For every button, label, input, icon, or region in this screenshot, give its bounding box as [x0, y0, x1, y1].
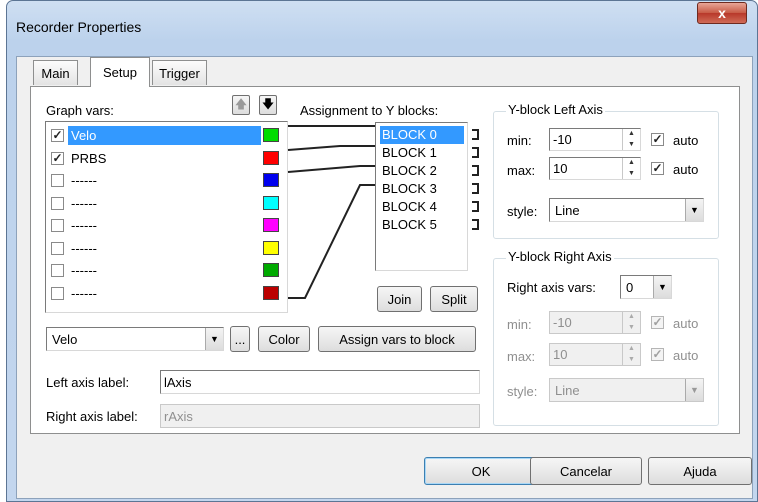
right-axis-label: Right axis label: [46, 409, 138, 424]
y-block-item[interactable]: BLOCK 2 [380, 162, 464, 180]
line-prbs-block0 [287, 145, 378, 151]
y-block-item[interactable]: BLOCK 3 [380, 180, 464, 198]
left-min-field[interactable]: -10 ▲ ▼ [549, 128, 641, 151]
right-style-value: Line [555, 383, 580, 398]
left-min-spinner[interactable]: ▲ ▼ [622, 129, 640, 150]
right-style-select[interactable]: Line ▼ [549, 378, 704, 402]
right-vars-label: Right axis vars: [507, 280, 596, 295]
y-block-item[interactable]: BLOCK 5 [380, 216, 464, 234]
left-style-value: Line [555, 203, 580, 218]
split-button[interactable]: Split [430, 286, 478, 312]
left-max-auto-checkbox[interactable]: ✓ [651, 162, 664, 175]
ok-label: OK [471, 463, 491, 479]
left-max-field[interactable]: 10 ▲ ▼ [549, 157, 641, 180]
cancel-button[interactable]: Cancelar [530, 457, 642, 485]
right-axis-group-title: Y-block Right Axis [506, 249, 614, 264]
left-max-label: max: [507, 163, 536, 178]
y-block-bracket [472, 183, 479, 194]
right-min-label: min: [507, 317, 532, 332]
left-min-value: -10 [553, 132, 572, 147]
line-var3-block2 [287, 165, 378, 173]
join-label: Join [387, 291, 412, 307]
right-axis-label-value: rAxis [164, 409, 193, 424]
left-axis-label-field[interactable]: lAxis [160, 370, 480, 394]
left-style-label: style: [507, 204, 538, 219]
left-axis-label: Left axis label: [46, 375, 130, 390]
left-min-label: min: [507, 133, 532, 148]
chevron-down-icon: ▼ [653, 276, 671, 298]
graph-var-select-value: Velo [52, 332, 78, 347]
assignment-label: Assignment to Y blocks: [300, 103, 439, 118]
right-max-field[interactable]: 10 ▲ ▼ [549, 343, 641, 366]
graph-var-select[interactable]: Velo ▼ [46, 327, 224, 351]
y-block-item[interactable]: BLOCK 4 [380, 198, 464, 216]
right-style-label: style: [507, 384, 538, 399]
left-max-auto-label: auto [673, 162, 699, 177]
y-block-bracket [472, 201, 479, 212]
assign-label: Assign vars to block [339, 331, 455, 347]
tab-setup[interactable]: Setup [90, 57, 150, 87]
right-max-auto-checkbox[interactable]: ✓ [651, 348, 664, 361]
color-label: Color [268, 331, 300, 347]
help-label: Ajuda [683, 463, 717, 479]
color-button[interactable]: Color [258, 326, 310, 352]
chevron-down-icon: ▼ [205, 328, 223, 350]
chevron-down-icon: ▼ [685, 199, 703, 221]
y-block-item[interactable]: BLOCK 1 [380, 144, 464, 162]
y-block-bracket [472, 147, 479, 158]
right-min-value: -10 [553, 315, 572, 330]
left-min-auto-checkbox[interactable]: ✓ [651, 133, 664, 146]
left-style-select[interactable]: Line ▼ [549, 198, 704, 222]
right-max-label: max: [507, 349, 536, 364]
left-min-auto-label: auto [673, 133, 699, 148]
left-axis-group-title: Y-block Left Axis [506, 102, 605, 117]
left-max-value: 10 [553, 161, 568, 176]
ellipsis-button[interactable]: ... [230, 326, 250, 352]
chevron-down-icon: ▼ [685, 379, 703, 401]
right-vars-value: 0 [626, 280, 634, 295]
y-block-bracket [472, 165, 479, 176]
right-min-auto-checkbox[interactable]: ✓ [651, 316, 664, 329]
tab-setup-label: Setup [103, 65, 137, 80]
split-label: Split [441, 291, 467, 307]
left-max-spinner[interactable]: ▲ ▼ [622, 158, 640, 179]
right-vars-select[interactable]: 0 ▼ [620, 275, 672, 299]
help-button[interactable]: Ajuda [648, 457, 752, 485]
cancel-label: Cancelar [559, 463, 613, 479]
right-min-spinner[interactable]: ▲ ▼ [622, 312, 640, 333]
y-block-item[interactable]: BLOCK 0 [380, 126, 464, 144]
y-block-bracket [472, 129, 479, 140]
right-min-field[interactable]: -10 ▲ ▼ [549, 311, 641, 334]
assign-vars-button[interactable]: Assign vars to block [318, 326, 476, 352]
right-max-spinner[interactable]: ▲ ▼ [622, 344, 640, 365]
ok-button[interactable]: OK [424, 457, 538, 485]
line-var8-block3 [288, 184, 378, 299]
y-block-bracket [472, 219, 479, 230]
right-axis-label-field[interactable]: rAxis [160, 404, 480, 428]
right-max-value: 10 [553, 347, 568, 362]
join-button[interactable]: Join [377, 286, 422, 312]
ellipsis-label: ... [234, 331, 246, 347]
left-axis-label-value: lAxis [164, 375, 192, 390]
right-max-auto-label: auto [673, 348, 699, 363]
right-min-auto-label: auto [673, 316, 699, 331]
